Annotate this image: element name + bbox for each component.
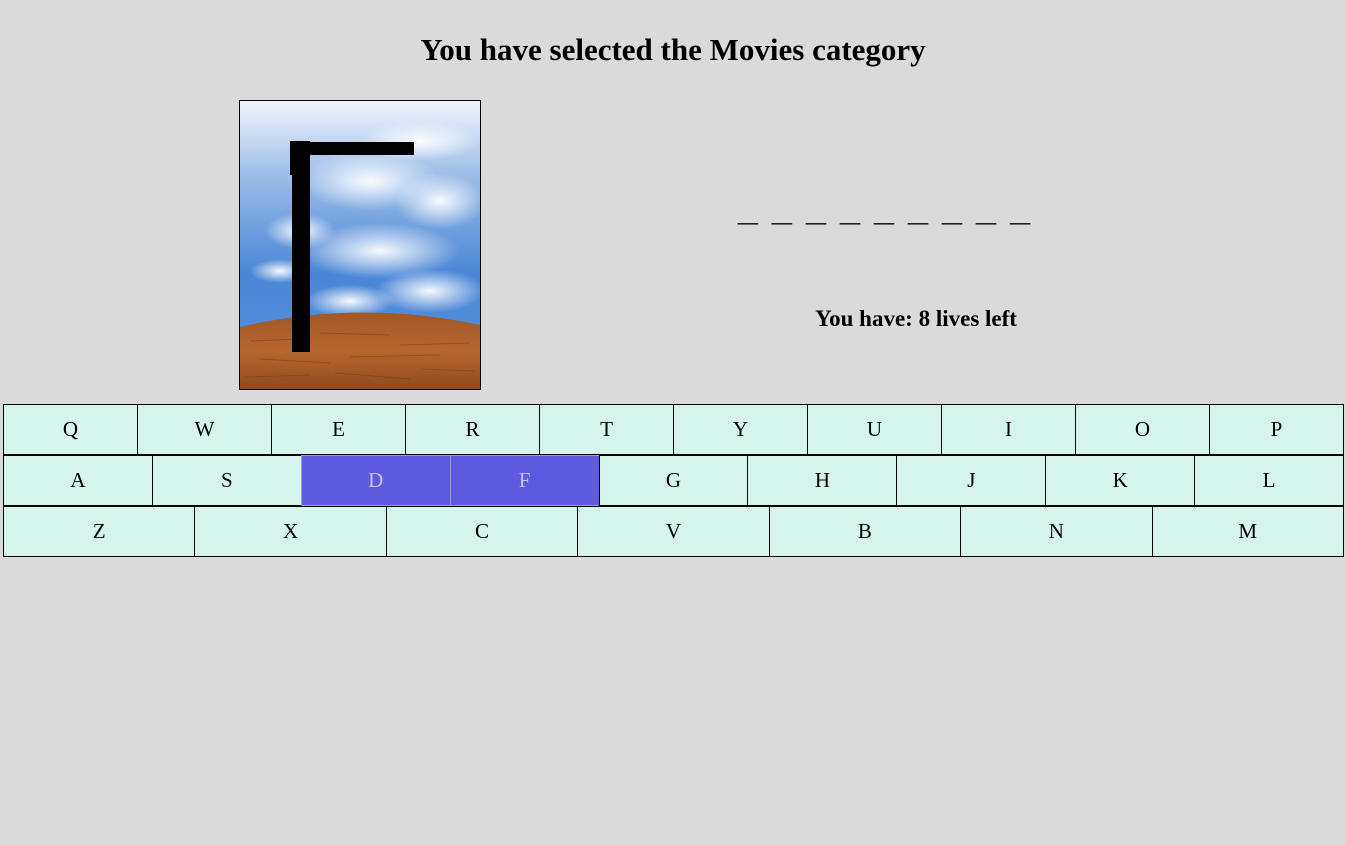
lives-counter: You have: 8 lives left: [815, 306, 1017, 331]
key-n[interactable]: N: [960, 506, 1153, 557]
letter-keyboard: Q W E R T Y U I O P A S D F G H J K L Z …: [3, 404, 1345, 557]
key-i[interactable]: I: [941, 404, 1076, 455]
key-u[interactable]: U: [807, 404, 942, 455]
page-title: You have selected the Movies category: [420, 32, 926, 67]
keyboard-row-1: Q W E R T Y U I O P: [3, 404, 1344, 455]
key-z[interactable]: Z: [3, 506, 196, 557]
key-c[interactable]: C: [385, 506, 579, 557]
key-d[interactable]: D: [300, 455, 451, 506]
key-y[interactable]: Y: [673, 404, 808, 455]
key-k[interactable]: K: [1045, 455, 1196, 506]
key-g[interactable]: G: [598, 455, 749, 506]
keyboard-row-3: Z X C V B N M: [3, 506, 1344, 557]
key-m[interactable]: M: [1151, 506, 1344, 557]
hangman-picture: [239, 100, 481, 390]
key-f[interactable]: F: [449, 455, 600, 506]
ground: [240, 312, 480, 389]
key-s[interactable]: S: [151, 455, 302, 506]
key-x[interactable]: X: [194, 506, 387, 557]
key-a[interactable]: A: [3, 455, 153, 506]
key-t[interactable]: T: [539, 404, 674, 455]
key-e[interactable]: E: [271, 404, 406, 455]
key-l[interactable]: L: [1194, 455, 1345, 506]
key-j[interactable]: J: [896, 455, 1047, 506]
key-w[interactable]: W: [137, 404, 272, 455]
key-b[interactable]: B: [768, 506, 962, 557]
key-h[interactable]: H: [747, 455, 898, 506]
key-p[interactable]: P: [1209, 404, 1344, 455]
key-v[interactable]: V: [577, 506, 770, 557]
key-r[interactable]: R: [405, 404, 540, 455]
keyboard-row-2: A S D F G H J K L: [3, 455, 1345, 506]
key-q[interactable]: Q: [3, 404, 138, 455]
hidden-word: _ _ _ _ _ _ _ _ _: [737, 187, 1033, 228]
key-o[interactable]: O: [1075, 404, 1210, 455]
